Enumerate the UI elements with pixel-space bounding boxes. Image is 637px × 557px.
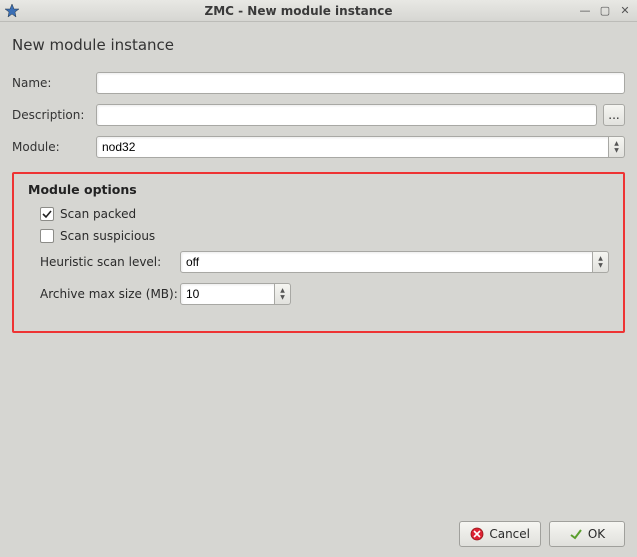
module-input[interactable] xyxy=(96,136,609,158)
description-input[interactable] xyxy=(96,104,597,126)
chevron-down-icon: ▼ xyxy=(614,147,619,154)
check-icon xyxy=(42,209,52,219)
archive-label: Archive max size (MB): xyxy=(40,287,180,301)
app-icon xyxy=(4,3,20,19)
scan-suspicious-checkbox[interactable] xyxy=(40,229,54,243)
row-module: Module: ▲ ▼ xyxy=(12,136,625,158)
chevron-up-icon: ▲ xyxy=(280,287,285,294)
scan-packed-label: Scan packed xyxy=(60,207,136,221)
chevron-down-icon: ▼ xyxy=(598,262,603,269)
heuristic-input[interactable] xyxy=(180,251,593,273)
cancel-button[interactable]: Cancel xyxy=(459,521,541,547)
scan-suspicious-label: Scan suspicious xyxy=(60,229,155,243)
module-options-title: Module options xyxy=(28,182,609,197)
description-label: Description: xyxy=(12,108,96,122)
chevron-down-icon: ▼ xyxy=(280,294,285,301)
module-spin[interactable]: ▲ ▼ xyxy=(609,136,625,158)
module-combo[interactable]: ▲ ▼ xyxy=(96,136,625,158)
archive-spin[interactable]: ▲ ▼ xyxy=(275,283,291,305)
module-options-group: Module options Scan packed Scan suspicio… xyxy=(12,172,625,333)
titlebar: ZMC - New module instance — ▢ ✕ xyxy=(0,0,637,22)
cancel-label: Cancel xyxy=(489,527,530,541)
archive-input[interactable] xyxy=(180,283,275,305)
ok-button[interactable]: OK xyxy=(549,521,625,547)
close-button[interactable]: ✕ xyxy=(617,4,633,18)
minimize-button[interactable]: — xyxy=(577,4,593,18)
heuristic-combo[interactable]: ▲ ▼ xyxy=(180,251,609,273)
name-input[interactable] xyxy=(96,72,625,94)
page-title: New module instance xyxy=(12,36,625,54)
row-heuristic: Heuristic scan level: ▲ ▼ xyxy=(40,251,609,273)
row-name: Name: xyxy=(12,72,625,94)
row-description: Description: ... xyxy=(12,104,625,126)
ok-icon xyxy=(569,527,583,541)
cancel-icon xyxy=(470,527,484,541)
dialog-footer: Cancel OK xyxy=(12,511,625,547)
heuristic-spin[interactable]: ▲ ▼ xyxy=(593,251,609,273)
row-archive: Archive max size (MB): ▲ ▼ xyxy=(40,283,609,305)
dialog-body: New module instance Name: Description: .… xyxy=(0,22,637,557)
ok-label: OK xyxy=(588,527,605,541)
scan-packed-checkbox[interactable] xyxy=(40,207,54,221)
chevron-up-icon: ▲ xyxy=(614,140,619,147)
scan-packed-row: Scan packed xyxy=(40,207,609,221)
archive-spinbox[interactable]: ▲ ▼ xyxy=(180,283,291,305)
description-more-button[interactable]: ... xyxy=(603,104,625,126)
chevron-up-icon: ▲ xyxy=(598,255,603,262)
module-label: Module: xyxy=(12,140,96,154)
heuristic-label: Heuristic scan level: xyxy=(40,255,180,269)
ellipsis-icon: ... xyxy=(608,108,619,122)
maximize-button[interactable]: ▢ xyxy=(597,4,613,18)
window-title: ZMC - New module instance xyxy=(24,4,573,18)
scan-suspicious-row: Scan suspicious xyxy=(40,229,609,243)
name-label: Name: xyxy=(12,76,96,90)
